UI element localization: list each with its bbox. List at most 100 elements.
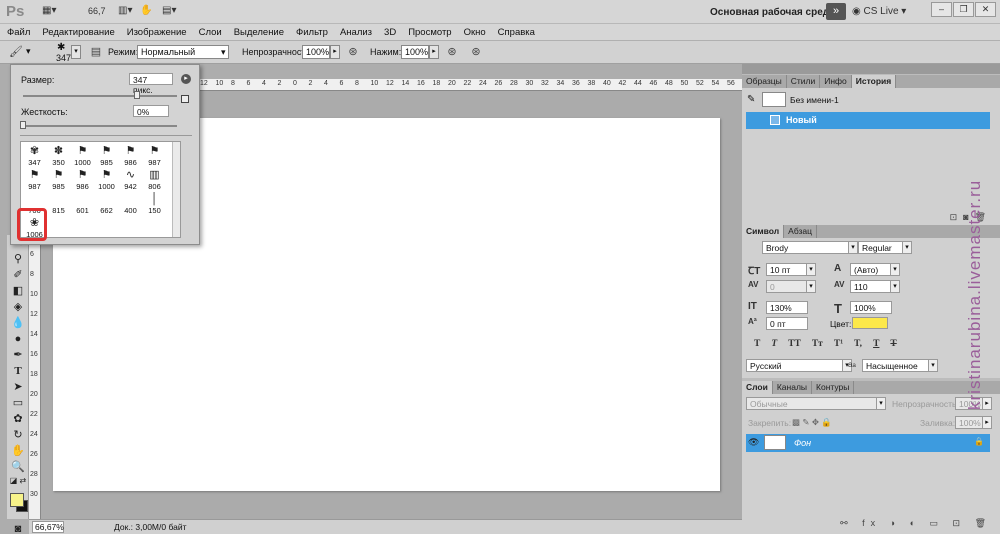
underline-button[interactable]: T	[873, 339, 879, 349]
strikethrough-button[interactable]: T	[890, 339, 896, 349]
menu-image[interactable]: Изображение	[120, 24, 192, 40]
pressure-field[interactable]: 100%	[401, 45, 429, 59]
vertical-scale-field[interactable]: 130%	[766, 301, 808, 314]
hardness-slider-knob[interactable]	[20, 121, 26, 129]
brush-preset-item[interactable]: ⚑ 1000	[95, 168, 118, 192]
brush-preset-item[interactable]: 400	[119, 192, 142, 216]
rectangle-tool-icon[interactable]: ▭	[7, 395, 29, 411]
antialias-select[interactable]: Насыщенное	[862, 359, 930, 372]
zoom-tool-icon[interactable]: 🔍	[7, 459, 29, 475]
history-brush-icon[interactable]: ✐	[7, 267, 29, 283]
brush-preset-item[interactable]: ⚑ 986	[119, 144, 142, 168]
lock-icons[interactable]: ▩ ✎ ✥ 🔒	[792, 417, 832, 428]
3d-rotate-icon[interactable]: ✿	[7, 411, 29, 427]
opacity-arrow[interactable]: ▸	[330, 45, 340, 59]
font-size-arrow[interactable]: ▾	[806, 263, 816, 276]
brush-preset-item[interactable]: ⚑ 987	[23, 168, 46, 192]
bridge-icon[interactable]: ▦▾	[42, 5, 56, 18]
menu-edit[interactable]: Редактирование	[35, 24, 119, 40]
tracking-field[interactable]: 110	[850, 280, 892, 293]
leading-field[interactable]: (Авто)	[850, 263, 892, 276]
hand-tool-icon[interactable]: ✋	[7, 443, 29, 459]
horizontal-scale-field[interactable]: 100%	[850, 301, 892, 314]
subscript-button[interactable]: T,	[854, 339, 862, 349]
clone-stamp-icon[interactable]: ⚲	[7, 251, 29, 267]
faux-italic-button[interactable]: T	[771, 339, 777, 349]
snapshot-name[interactable]: Без имени-1	[790, 95, 839, 105]
brush-preset-item[interactable]: ⚑ 1000	[71, 144, 94, 168]
menu-filter[interactable]: Фильтр	[289, 24, 333, 40]
preset-arrow-icon[interactable]: ▾	[26, 46, 31, 57]
workspace-label[interactable]: Основная рабочая среда	[710, 7, 835, 18]
tab-paths[interactable]: Контуры	[812, 381, 855, 394]
layer-name[interactable]: Фон	[794, 438, 811, 448]
eraser-icon[interactable]: ◧	[7, 283, 29, 299]
brush-preset-item[interactable]: ⚑ 985	[47, 168, 70, 192]
all-caps-button[interactable]: TT	[788, 339, 801, 349]
menu-view[interactable]: Просмотр	[401, 24, 456, 40]
workspace-menu-button[interactable]: »	[826, 3, 846, 20]
path-selection-icon[interactable]: ➤	[7, 379, 29, 395]
font-family-select[interactable]: Brody	[762, 241, 850, 254]
font-family-arrow[interactable]: ▾	[848, 241, 858, 254]
font-style-arrow[interactable]: ▾	[902, 241, 912, 254]
eye-icon[interactable]: 👁	[748, 437, 759, 448]
blur-tool-icon[interactable]: 💧	[7, 315, 29, 331]
brush-preset-item[interactable]: ▥ 806	[143, 168, 166, 192]
pen-tool-icon[interactable]: ✒	[7, 347, 29, 363]
kerning-field[interactable]: 0	[766, 280, 808, 293]
tracking-arrow[interactable]: ▾	[890, 280, 900, 293]
panel-menu-icon[interactable]: ▸	[181, 74, 191, 84]
font-style-select[interactable]: Regular	[858, 241, 904, 254]
size-slider-track[interactable]	[23, 95, 177, 97]
opacity-field[interactable]: 100%	[302, 45, 330, 59]
fill-field[interactable]: 100%	[955, 416, 983, 429]
mode-select[interactable]: Нормальный	[137, 45, 229, 59]
tablet-opacity-icon[interactable]: ⊛	[345, 45, 361, 60]
arrange-documents-icon[interactable]: ▤▾	[162, 5, 176, 18]
layer-row[interactable]: 👁 Фон 🔒	[746, 434, 990, 452]
fill-arrow[interactable]: ▸	[982, 416, 992, 429]
minimize-icon[interactable]: –	[931, 2, 952, 17]
brush-preset-item[interactable]: ✽ 350	[47, 144, 70, 168]
brush-preset-item[interactable]: 601	[71, 192, 94, 216]
layers-footer-icons[interactable]: ⚯ fx ◑ ◐ ▭ ⊡ 🗑	[840, 518, 992, 529]
tab-character[interactable]: Символ	[742, 225, 785, 238]
small-caps-button[interactable]: Tт	[812, 339, 823, 349]
mode-dropdown-arrow[interactable]: ▾	[221, 47, 226, 58]
type-tool-icon[interactable]: T	[7, 363, 29, 379]
leading-arrow[interactable]: ▾	[890, 263, 900, 276]
blend-mode-select[interactable]: Обычные	[746, 397, 878, 410]
tab-swatches[interactable]: Образцы	[742, 75, 787, 88]
zoom-level[interactable]: 66,7	[88, 6, 106, 16]
language-select[interactable]: Русский	[746, 359, 844, 372]
brush-preset-item[interactable]: 815	[47, 192, 70, 216]
menu-file[interactable]: Файл	[0, 24, 35, 40]
font-size-field[interactable]: 10 пт	[766, 263, 808, 276]
tab-info[interactable]: Инфо	[820, 75, 852, 88]
status-zoom-field[interactable]: 66,67%	[32, 521, 64, 533]
3d-orbit-icon[interactable]: ↻	[7, 427, 29, 443]
hardness-slider-track[interactable]	[23, 125, 177, 127]
horizontal-ruler[interactable]: 12 10 8 6 4 2 0 2 4 6 8 10 12 14 16 18 20 22 24 26 28 30 32 34 3…	[198, 79, 742, 91]
paint-bucket-icon[interactable]: ◈	[7, 299, 29, 315]
tab-channels[interactable]: Каналы	[773, 381, 813, 394]
brush-tool-preset-icon[interactable]: 🖌	[8, 45, 24, 60]
brush-preset-item[interactable]: ✾ 347	[23, 144, 46, 168]
brush-preset-item[interactable]: ⚑ 987	[143, 144, 166, 168]
menu-window[interactable]: Окно	[457, 24, 491, 40]
brush-preset-item[interactable]: 662	[95, 192, 118, 216]
superscript-button[interactable]: T¹	[834, 339, 843, 349]
text-color-swatch[interactable]	[852, 317, 888, 329]
menu-3d[interactable]: 3D	[377, 24, 401, 40]
vertical-ruler[interactable]: 6 8 10 12 14 16 18 20 22 24 26 28 30	[29, 245, 41, 519]
brush-preset-item[interactable]: ∿ 942	[119, 168, 142, 192]
snapshot-thumb[interactable]	[762, 92, 786, 107]
menu-help[interactable]: Справка	[491, 24, 540, 40]
brush-grid-scrollbar[interactable]	[172, 142, 180, 237]
dodge-tool-icon[interactable]: ●	[7, 331, 29, 347]
view-extras-icon[interactable]: ▥▾	[118, 5, 132, 18]
menu-select[interactable]: Выделение	[227, 24, 289, 40]
faux-bold-button[interactable]: T	[754, 339, 760, 349]
hardness-field[interactable]: 0%	[133, 105, 169, 117]
